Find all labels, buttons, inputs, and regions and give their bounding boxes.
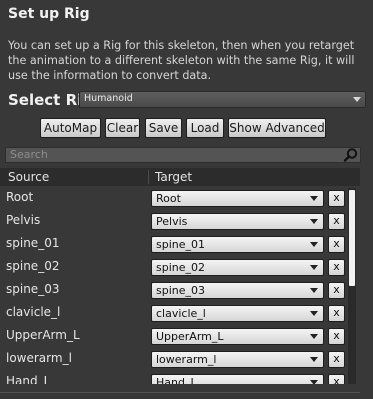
target-bone-dropdown[interactable]: spine_01 xyxy=(151,236,324,253)
chevron-down-icon xyxy=(310,311,318,316)
panel-divider xyxy=(0,392,360,393)
clear-mapping-button[interactable]: x xyxy=(328,282,345,299)
chevron-down-icon xyxy=(310,196,318,201)
search-icon[interactable] xyxy=(343,147,359,163)
select-rig-row: Select Rig Humanoid xyxy=(8,90,366,110)
source-bone-label: UpperArm_L xyxy=(6,328,80,342)
target-bone-dropdown[interactable]: UpperArm_L xyxy=(151,328,324,345)
target-bone-dropdown[interactable]: spine_02 xyxy=(151,259,324,276)
clear-button[interactable]: Clear xyxy=(105,118,140,138)
source-bone-label: Pelvis xyxy=(6,213,41,227)
panel-description: You can set up a Rig for this skeleton, … xyxy=(8,39,355,82)
chevron-down-icon xyxy=(310,380,318,384)
target-bone-value: UpperArm_L xyxy=(156,330,224,343)
target-bone-dropdown[interactable]: Pelvis xyxy=(151,213,324,230)
source-column-header: Source xyxy=(8,170,50,184)
automap-button[interactable]: AutoMap xyxy=(40,118,101,138)
target-bone-value: lowerarm_l xyxy=(156,353,217,366)
clear-mapping-button[interactable]: x xyxy=(328,351,345,368)
scrollbar-thumb[interactable] xyxy=(349,190,355,286)
target-bone-value: spine_03 xyxy=(156,284,206,297)
clear-mapping-button[interactable]: x xyxy=(328,190,345,207)
rig-setup-panel: Set up Rig You can set up a Rig for this… xyxy=(0,0,373,399)
mapping-row: lowerarm_l lowerarm_l x xyxy=(0,348,348,371)
show-advanced-button[interactable]: Show Advanced xyxy=(228,118,326,138)
clear-mapping-button[interactable]: x xyxy=(328,328,345,345)
source-bone-label: spine_01 xyxy=(6,236,60,250)
bone-mapping-list: Root Root x Pelvis Pelvis x spine_01 spi… xyxy=(0,187,360,384)
mapping-row: Root Root x xyxy=(0,187,348,210)
mapping-table-header: Source Target xyxy=(0,168,360,186)
column-divider xyxy=(148,170,149,184)
mapping-row: clavicle_l clavicle_l x xyxy=(0,302,348,325)
mapping-row: spine_03 spine_03 x xyxy=(0,279,348,302)
search-input[interactable]: Search xyxy=(5,147,361,163)
chevron-down-icon xyxy=(353,97,361,102)
source-bone-label: spine_02 xyxy=(6,259,60,273)
target-bone-value: spine_02 xyxy=(156,261,206,274)
clear-mapping-button[interactable]: x xyxy=(328,213,345,230)
target-bone-value: Root xyxy=(156,192,181,205)
target-bone-value: Hand_L xyxy=(156,376,197,384)
mapping-list-scrollbar[interactable] xyxy=(348,188,356,384)
target-column-header: Target xyxy=(155,170,193,184)
save-button[interactable]: Save xyxy=(145,118,182,138)
clear-mapping-button[interactable]: x xyxy=(328,259,345,276)
rig-dropdown[interactable]: Humanoid xyxy=(79,91,366,108)
clear-mapping-button[interactable]: x xyxy=(328,374,345,384)
search-placeholder: Search xyxy=(10,148,48,161)
chevron-down-icon xyxy=(310,334,318,339)
clear-mapping-button[interactable]: x xyxy=(328,305,345,322)
chevron-down-icon xyxy=(310,288,318,293)
target-bone-dropdown[interactable]: clavicle_l xyxy=(151,305,324,322)
target-bone-dropdown[interactable]: Hand_L xyxy=(151,374,324,384)
panel-title: Set up Rig xyxy=(8,6,90,22)
clear-mapping-button[interactable]: x xyxy=(328,236,345,253)
source-bone-label: Root xyxy=(6,190,34,204)
target-bone-value: Pelvis xyxy=(156,215,188,228)
target-bone-value: spine_01 xyxy=(156,238,206,251)
mapping-row: UpperArm_L UpperArm_L x xyxy=(0,325,348,348)
source-bone-label: lowerarm_l xyxy=(6,351,72,365)
mapping-row: spine_01 spine_01 x xyxy=(0,233,348,256)
chevron-down-icon xyxy=(310,242,318,247)
target-bone-dropdown[interactable]: lowerarm_l xyxy=(151,351,324,368)
source-bone-label: spine_03 xyxy=(6,282,60,296)
target-bone-dropdown[interactable]: Root xyxy=(151,190,324,207)
chevron-down-icon xyxy=(310,357,318,362)
target-bone-value: clavicle_l xyxy=(156,307,206,320)
mapping-row: spine_02 spine_02 x xyxy=(0,256,348,279)
source-bone-label: Hand_L xyxy=(6,374,51,384)
chevron-down-icon xyxy=(310,219,318,224)
mapping-row: Hand_L Hand_L x xyxy=(0,371,348,384)
mapping-row: Pelvis Pelvis x xyxy=(0,210,348,233)
rig-dropdown-value: Humanoid xyxy=(84,93,133,104)
source-bone-label: clavicle_l xyxy=(6,305,61,319)
chevron-down-icon xyxy=(310,265,318,270)
target-bone-dropdown[interactable]: spine_03 xyxy=(151,282,324,299)
load-button[interactable]: Load xyxy=(186,118,224,138)
